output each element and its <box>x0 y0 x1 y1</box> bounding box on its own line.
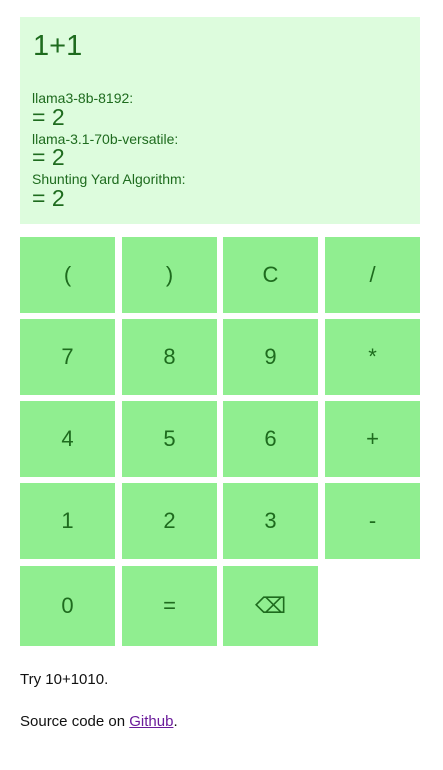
calculator-display: 1+1 llama3-8b-8192: = 2 llama-3.1-70b-ve… <box>20 17 420 224</box>
expression-text: 1+1 <box>33 30 83 62</box>
open-paren-button[interactable]: ( <box>20 237 115 313</box>
source-line: Source code on Github. <box>20 713 178 731</box>
plus-button[interactable]: + <box>325 401 420 477</box>
source-prefix: Source code on <box>20 713 130 730</box>
result-llama-3-1-70b: = 2 <box>32 144 65 170</box>
close-paren-button[interactable]: ) <box>122 237 217 313</box>
one-button[interactable]: 1 <box>20 483 115 559</box>
backspace-button[interactable]: ⌫ <box>223 566 318 646</box>
github-link[interactable]: Github <box>129 713 173 730</box>
zero-button[interactable]: 0 <box>20 566 115 646</box>
source-suffix: . <box>173 713 178 730</box>
result-llama3-8b: = 2 <box>32 104 65 130</box>
seven-button[interactable]: 7 <box>20 319 115 395</box>
five-button[interactable]: 5 <box>122 401 217 477</box>
divide-button[interactable]: / <box>325 237 420 313</box>
multiply-button[interactable]: * <box>325 319 420 395</box>
two-button[interactable]: 2 <box>122 483 217 559</box>
clear-button[interactable]: C <box>223 237 318 313</box>
six-button[interactable]: 6 <box>223 401 318 477</box>
equals-button[interactable]: = <box>122 566 217 646</box>
hint-text: Try 10+1010. <box>20 671 109 688</box>
result-shunting-yard: = 2 <box>32 185 65 211</box>
nine-button[interactable]: 9 <box>223 319 318 395</box>
three-button[interactable]: 3 <box>223 483 318 559</box>
eight-button[interactable]: 8 <box>122 319 217 395</box>
four-button[interactable]: 4 <box>20 401 115 477</box>
minus-button[interactable]: - <box>325 483 420 559</box>
